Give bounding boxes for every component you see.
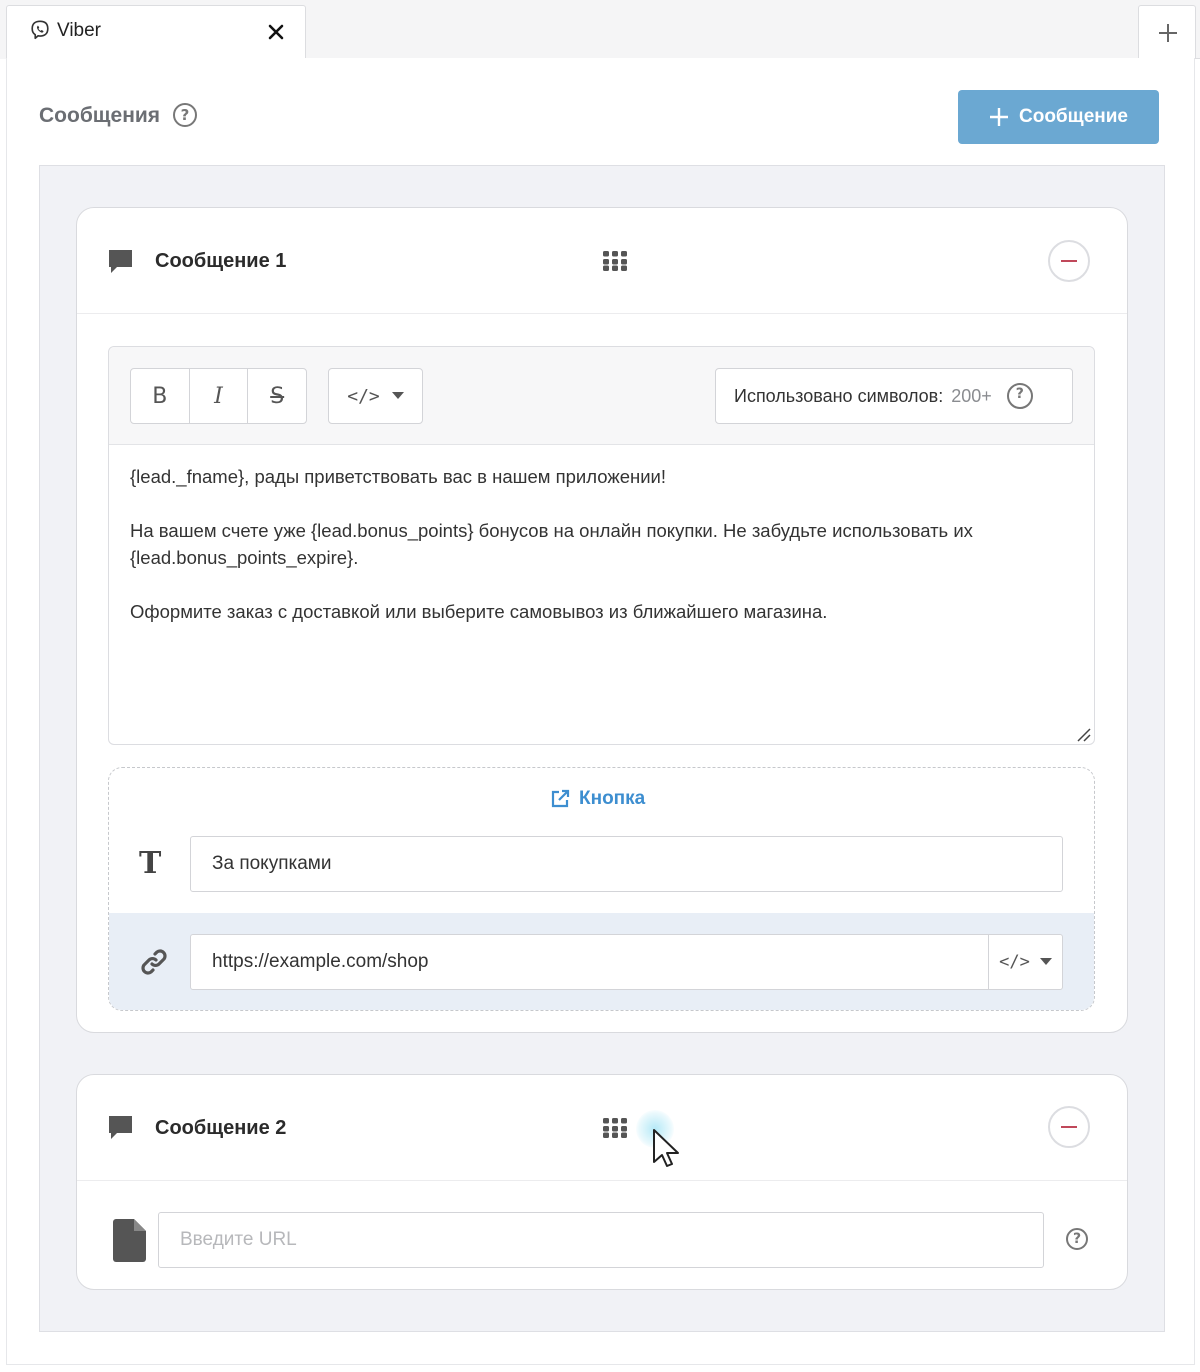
section-title: Сообщения [39,104,161,127]
bold-button[interactable]: B [131,369,190,423]
plus-icon [990,108,1008,126]
italic-label: I [214,383,223,409]
add-message-button[interactable]: Сообщение [958,90,1159,144]
text-line: {lead._fname}, рады приветствовать вас в… [130,466,667,487]
counter-label: Использовано символов: [734,385,944,406]
tab-title: Viber [57,20,102,41]
strike-label: S [270,383,285,409]
mouse-cursor-icon [653,1129,679,1167]
message-title: Сообщение 2 [155,1117,287,1139]
remove-message-button[interactable] [1048,240,1090,282]
url-variable-dropdown[interactable]: </> [988,935,1062,989]
drag-handle-icon[interactable] [602,1117,628,1139]
button-url-value: https://example.com/shop [212,951,429,972]
plus-icon [1159,24,1177,42]
file-icon [113,1219,146,1262]
link-icon [141,949,167,975]
add-tab-button[interactable] [1138,5,1196,59]
close-icon[interactable] [264,20,288,44]
insert-variable-dropdown[interactable]: </> [328,368,423,424]
button-label: Кнопка [579,788,646,809]
caret-down-icon [1039,958,1052,965]
caret-down-icon [391,392,404,399]
counter-value: 200+ [951,385,992,406]
url-placeholder: Введите URL [180,1229,297,1250]
button-text-input[interactable]: За покупками [190,836,1063,892]
text-line: Оформите заказ с доставкой или выберите … [130,601,828,622]
format-buttons: B I S [130,368,307,424]
button-text-value: За покупками [212,853,332,874]
button-url-input[interactable]: https://example.com/shop [190,934,1063,990]
resize-handle-icon[interactable] [1075,726,1091,742]
italic-button[interactable]: I [190,369,249,423]
bold-label: B [152,383,168,409]
text-line [130,571,1070,598]
external-link-icon [551,789,570,808]
url-input[interactable]: Введите URL [158,1212,1044,1268]
help-icon[interactable]: ? [1006,383,1033,409]
code-icon: </> [347,385,380,407]
text-line: На вашем счете уже {lead.bonus_points} б… [130,520,973,541]
message-icon [109,1116,132,1139]
message-icon [109,250,132,273]
viber-icon [31,20,49,40]
code-icon: </> [999,952,1030,972]
card-divider [77,1180,1127,1181]
text-line: {lead.bonus_points_expire}. [130,547,359,568]
strikethrough-button[interactable]: S [248,369,306,423]
drag-handle-icon[interactable] [602,250,628,272]
card-divider [77,313,1127,314]
remove-message-button[interactable] [1048,1106,1090,1148]
button-header[interactable]: Кнопка [550,788,660,810]
message-title: Сообщение 1 [155,250,287,272]
add-message-label: Сообщение [1019,106,1128,127]
help-icon[interactable]: ? [173,103,197,127]
text-icon: T [139,846,162,881]
message-text[interactable]: {lead._fname}, рады приветствовать вас в… [130,463,1070,625]
tab-viber[interactable] [6,5,306,59]
text-line [130,490,1070,517]
character-counter: Использовано символов: 200+ ? [715,368,1073,424]
help-icon[interactable]: ? [1066,1228,1088,1250]
